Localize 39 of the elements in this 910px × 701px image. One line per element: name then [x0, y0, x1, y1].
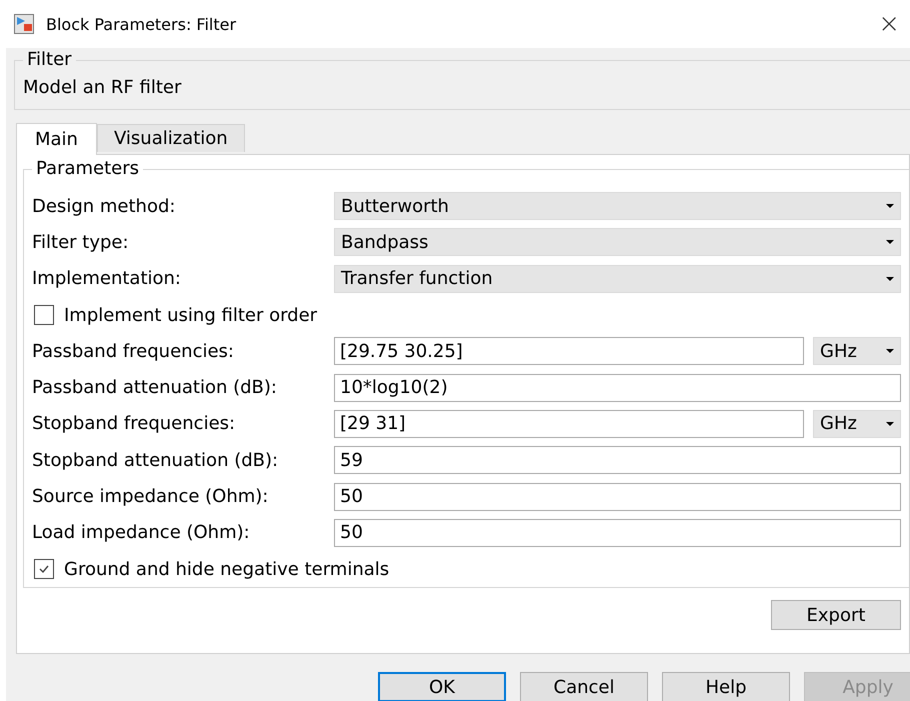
dialog-button[interactable]: Cancel [520, 672, 648, 701]
caret-icon [886, 204, 894, 208]
export-button[interactable]: Export [771, 600, 901, 630]
dialog-button[interactable]: Help [662, 672, 790, 701]
field-label: Design method: [32, 196, 176, 217]
caret-icon [886, 422, 894, 426]
block-icon [14, 14, 34, 34]
unit-dropdown[interactable]: GHz [813, 337, 901, 366]
caret-icon [886, 240, 894, 244]
checkbox[interactable] [34, 305, 54, 326]
field-label: Implementation: [32, 268, 182, 290]
field-label: Passband frequencies: [32, 340, 235, 362]
close-button[interactable]: × [872, 9, 906, 39]
unit-dropdown[interactable]: GHz [813, 410, 901, 438]
input-field[interactable]: 50 [334, 518, 901, 547]
dropdown[interactable]: Butterworth [334, 192, 901, 220]
tab[interactable]: Main [16, 123, 97, 155]
dropdown[interactable]: Transfer function [334, 264, 901, 293]
caret-icon [886, 349, 894, 354]
field-label: Source impedance (Ohm): [32, 486, 270, 508]
dropdown[interactable]: Bandpass [334, 228, 901, 256]
checkbox-label: Implement using filter order [64, 304, 318, 326]
field-label: Stopband attenuation (dB): [32, 450, 280, 471]
input-field[interactable]: 59 [334, 446, 901, 474]
input-field[interactable]: 10*log10(2) [334, 374, 901, 402]
input-field[interactable]: [29.75 30.25] [334, 337, 804, 366]
checkbox[interactable] [34, 559, 54, 580]
input-field[interactable]: 50 [334, 482, 901, 511]
field-label: Load impedance (Ohm): [32, 522, 251, 544]
field-label: Passband attenuation (dB): [32, 377, 278, 398]
tab[interactable]: Visualization [96, 124, 245, 152]
field-label: Stopband frequencies: [32, 413, 236, 434]
window-title: Block Parameters: Filter [46, 14, 238, 34]
checkbox-label: Ground and hide negative terminals [64, 558, 390, 580]
input-field[interactable]: [29 31] [334, 410, 804, 438]
caret-icon [886, 276, 894, 281]
field-label: Filter type: [32, 232, 130, 253]
block-description: Model an RF filter [23, 77, 182, 99]
dialog-button[interactable]: OK [378, 672, 506, 701]
